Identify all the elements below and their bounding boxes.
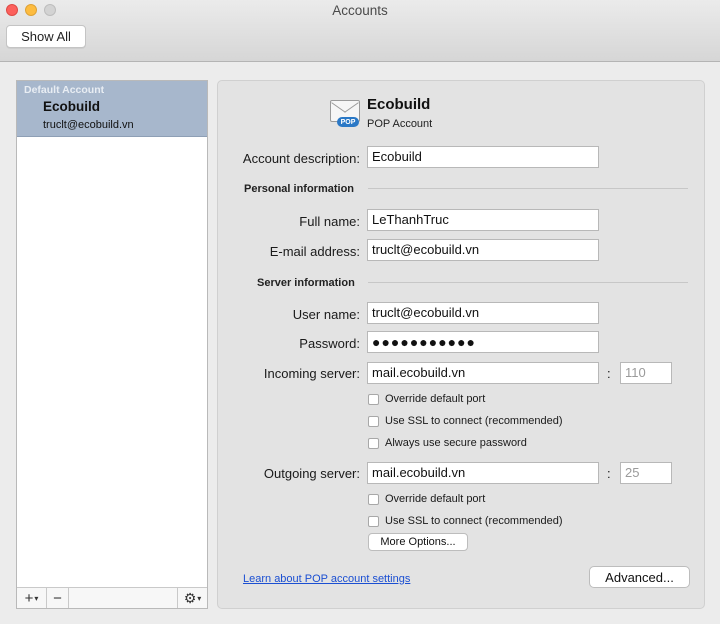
plus-icon: + xyxy=(24,589,34,607)
email-address-label: E-mail address: xyxy=(269,244,360,259)
password-label: Password: xyxy=(299,336,360,351)
checkbox-box[interactable] xyxy=(368,493,379,505)
section-divider xyxy=(368,282,688,283)
window-titlebar: Accounts Show All xyxy=(0,0,720,62)
checkbox-label: Use SSL to connect (recommended) xyxy=(385,415,563,427)
account-description-label: Account description: xyxy=(242,151,360,166)
pop-badge: POP xyxy=(337,117,359,127)
password-field[interactable]: ●●●●●●●●●●● xyxy=(367,331,599,353)
account-group-label: Default Account xyxy=(24,84,105,96)
personal-info-heading: Personal information xyxy=(244,183,355,195)
learn-pop-settings-link[interactable]: Learn about POP account settings xyxy=(243,573,410,585)
outgoing-override-port-checkbox[interactable]: Override default port xyxy=(368,493,485,505)
checkbox-label: Use SSL to connect (recommended) xyxy=(385,515,563,527)
port-separator: : xyxy=(607,366,611,381)
port-separator: : xyxy=(607,466,611,481)
add-account-button[interactable]: + ▾ xyxy=(17,588,47,608)
gear-icon: ⚙ xyxy=(183,589,197,606)
account-name: Ecobuild xyxy=(43,99,100,114)
checkbox-label: Override default port xyxy=(385,493,486,505)
outgoing-port-field[interactable]: 25 xyxy=(620,462,672,484)
outgoing-server-label: Outgoing server: xyxy=(263,466,360,481)
user-name-field[interactable]: truclt@ecobuild.vn xyxy=(367,302,599,324)
chevron-down-icon: ▾ xyxy=(34,593,39,603)
remove-account-button[interactable]: − xyxy=(47,588,69,608)
checkbox-box[interactable] xyxy=(368,437,379,449)
advanced-button[interactable]: Advanced... xyxy=(589,566,690,588)
incoming-server-label: Incoming server: xyxy=(263,366,360,381)
server-info-heading: Server information xyxy=(257,277,355,289)
checkbox-box[interactable] xyxy=(368,515,379,527)
chevron-down-icon: ▾ xyxy=(197,593,202,603)
outgoing-use-ssl-checkbox[interactable]: Use SSL to connect (recommended) xyxy=(368,515,563,527)
account-email: truclt@ecobuild.vn xyxy=(43,119,134,131)
sidebar-toolbar: + ▾ − ⚙ ▾ xyxy=(17,587,207,608)
account-type: POP Account xyxy=(367,118,433,130)
account-title: Ecobuild xyxy=(367,96,431,113)
minus-icon: − xyxy=(53,589,62,607)
accounts-sidebar: Default Account Ecobuild truclt@ecobuild… xyxy=(16,80,208,609)
more-options-button[interactable]: More Options... xyxy=(368,533,468,551)
window-title: Accounts xyxy=(332,3,388,18)
account-description-field[interactable]: Ecobuild xyxy=(367,146,599,168)
checkbox-label: Override default port xyxy=(385,393,486,405)
checkbox-box[interactable] xyxy=(368,415,379,427)
incoming-server-field[interactable]: mail.ecobuild.vn xyxy=(367,362,599,384)
user-name-label: User name: xyxy=(292,307,360,322)
full-name-label: Full name: xyxy=(299,214,360,229)
checkbox-box[interactable] xyxy=(368,393,379,405)
outgoing-server-field[interactable]: mail.ecobuild.vn xyxy=(367,462,599,484)
section-divider xyxy=(368,188,688,189)
account-actions-button[interactable]: ⚙ ▾ xyxy=(177,588,207,608)
checkbox-label: Always use secure password xyxy=(385,437,527,449)
incoming-port-field[interactable]: 110 xyxy=(620,362,672,384)
account-list-item[interactable]: Default Account Ecobuild truclt@ecobuild… xyxy=(17,81,207,137)
always-secure-password-checkbox[interactable]: Always use secure password xyxy=(368,437,527,449)
email-address-field[interactable]: truclt@ecobuild.vn xyxy=(367,239,599,261)
incoming-use-ssl-checkbox[interactable]: Use SSL to connect (recommended) xyxy=(368,415,563,427)
show-all-button[interactable]: Show All xyxy=(6,25,86,48)
full-name-field[interactable]: LeThanhTruc xyxy=(367,209,599,231)
incoming-override-port-checkbox[interactable]: Override default port xyxy=(368,393,485,405)
